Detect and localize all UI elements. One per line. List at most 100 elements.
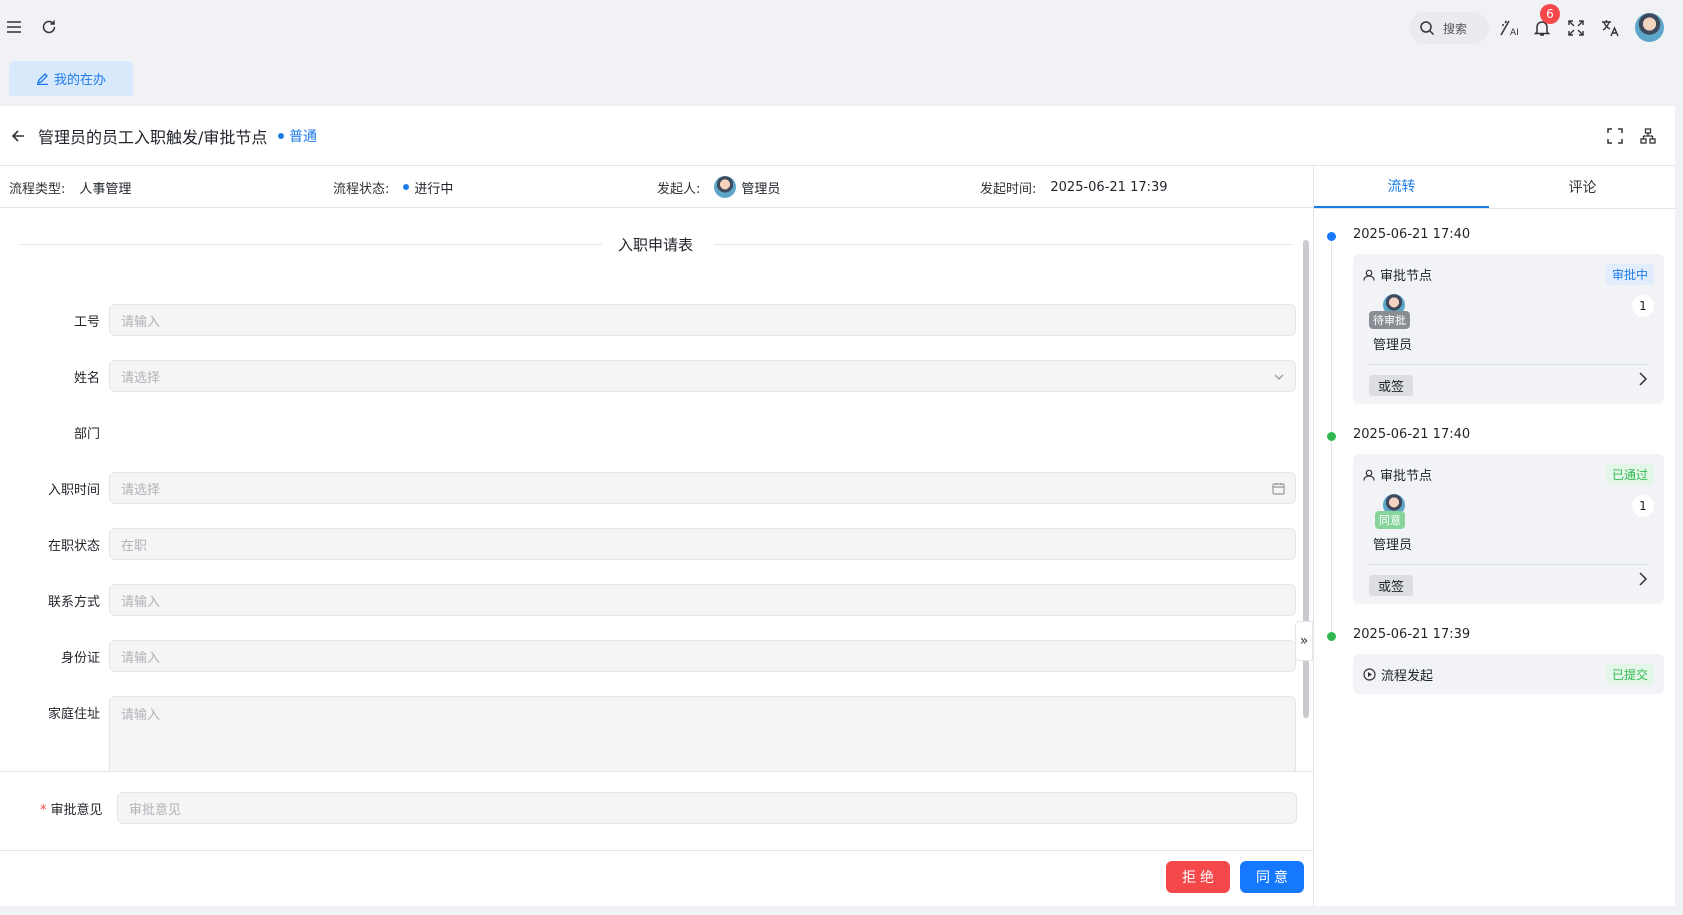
chevron-right-icon[interactable] [1638, 371, 1648, 391]
or-sign-tag: 或签 [1369, 575, 1414, 596]
field-label: 工号 [73, 315, 100, 330]
start-time: 发起时间: 2025-06-21 17:39 [980, 166, 1168, 208]
date-placeholder: 请选择 [121, 482, 161, 498]
process-info-row: 流程类型: 人事管理 流程状态: 进行中 发起人: 管理员 发起时间: 2025… [0, 166, 1313, 208]
timeline-card-start: 流程发起 已提交 [1353, 654, 1664, 694]
field-label: 入职时间 [47, 483, 100, 498]
approver-count: 1 [1632, 295, 1654, 317]
status-tag: 审批中 [1605, 264, 1654, 285]
side-panel: 流转 评论 2025-06-21 17:40 审批节点 审批中 待审批 管理员 … [1313, 166, 1676, 906]
initiator: 发起人: 管理员 [657, 166, 780, 208]
or-sign-tag: 或签 [1369, 375, 1414, 396]
hire-date-picker[interactable]: 请选择 [109, 472, 1296, 504]
card-title: 审批节点 [1363, 465, 1432, 484]
main-panel: 管理员的员工入职触发/审批节点 普通 流程类型: 人事管理 流程状态: 进行中 … [0, 106, 1676, 906]
tab-label: 我的在办 [53, 73, 106, 88]
top-bar: 搜索 AI 6 [0, 0, 1683, 56]
back-arrow-icon[interactable] [8, 126, 28, 146]
employee-id-input[interactable]: 请输入 [109, 304, 1296, 336]
select-placeholder: 请选择 [121, 370, 161, 386]
opinion-label: 审批意见 [50, 803, 103, 818]
field-employee-id: 工号 请输入 [0, 304, 1313, 336]
process-status: 流程状态: 进行中 [333, 166, 453, 208]
approval-opinion-input[interactable]: 审批意见 [117, 792, 1297, 824]
priority-badge: 普通 [278, 126, 317, 146]
priority-dot [278, 133, 284, 139]
ai-magic-icon[interactable]: AI [1498, 17, 1520, 39]
divider [20, 244, 602, 245]
field-label: 在职状态 [47, 539, 100, 554]
timeline-time: 2025-06-21 17:40 [1353, 227, 1471, 242]
approver-status-pill: 待审批 [1369, 311, 1410, 329]
reject-button[interactable]: 拒绝 [1166, 861, 1230, 893]
home-address-textarea[interactable]: 请输入 [109, 696, 1296, 771]
field-name: 姓名 请选择 [0, 360, 1313, 392]
divider [1314, 208, 1676, 209]
expand-icon[interactable] [1605, 126, 1625, 146]
approver-status-pill: 同意 [1375, 511, 1405, 529]
initiator-value-wrap: 管理员 [714, 176, 780, 198]
process-type-label: 流程类型: [9, 181, 66, 197]
id-card-input[interactable]: 请输入 [109, 640, 1296, 672]
timeline-dot [1327, 632, 1336, 641]
approver-name: 管理员 [1373, 338, 1413, 353]
play-circle-icon [1363, 668, 1376, 681]
search-placeholder: 搜索 [1443, 21, 1468, 36]
notification-badge: 6 [1540, 4, 1560, 24]
contact-input[interactable]: 请输入 [109, 584, 1296, 616]
flowchart-icon[interactable] [1638, 126, 1658, 146]
field-id-card: 身份证 请输入 [0, 640, 1313, 672]
agree-button[interactable]: 同意 [1240, 861, 1304, 893]
page-header: 管理员的员工入职触发/审批节点 普通 [0, 106, 1675, 166]
card-title: 审批节点 [1363, 265, 1432, 284]
initiator-avatar [714, 176, 737, 198]
field-label: 部门 [73, 427, 100, 442]
field-department: 部门 [0, 416, 1313, 448]
user-avatar[interactable] [1635, 13, 1664, 42]
approval-opinion-row: * 审批意见 审批意见 [0, 771, 1313, 851]
chevron-down-icon [1274, 374, 1284, 380]
priority-label: 普通 [289, 129, 317, 145]
tab-flow[interactable]: 流转 [1314, 166, 1489, 208]
process-type-value: 人事管理 [79, 181, 132, 197]
card-title-text: 审批节点 [1380, 269, 1433, 284]
search-box[interactable]: 搜索 [1409, 12, 1489, 44]
collapse-side-button[interactable]: » [1295, 621, 1313, 661]
process-type: 流程类型: 人事管理 [9, 166, 131, 208]
timeline-card-approved: 审批节点 已通过 同意 管理员 1 或签 [1353, 454, 1664, 604]
process-status-value-wrap: 进行中 [403, 178, 453, 197]
edit-icon [36, 73, 48, 85]
initiator-value: 管理员 [741, 181, 781, 197]
approver-name: 管理员 [1373, 538, 1413, 553]
svg-text:AI: AI [1510, 28, 1519, 37]
name-select[interactable]: 请选择 [109, 360, 1296, 392]
opinion-label-wrap: * 审批意见 [40, 799, 103, 818]
chevron-right-icon[interactable] [1638, 571, 1648, 591]
employment-status-input[interactable]: 在职 [109, 528, 1296, 560]
translate-icon[interactable] [1599, 17, 1621, 39]
fullscreen-icon[interactable] [1565, 17, 1587, 39]
field-label: 身份证 [60, 651, 100, 666]
start-time-label: 发起时间: [980, 181, 1037, 197]
tab-my-in-progress[interactable]: 我的在办 [9, 61, 133, 96]
initiator-label: 发起人: [657, 181, 701, 197]
page-title: 管理员的员工入职触发/审批节点 [38, 128, 268, 147]
field-hire-date: 入职时间 请选择 [0, 472, 1313, 504]
card-title-text: 流程发起 [1381, 669, 1434, 684]
timeline-card-approval: 审批节点 审批中 待审批 管理员 1 或签 [1353, 254, 1664, 404]
required-mark: * [40, 803, 47, 818]
approver-count: 1 [1632, 495, 1654, 517]
status-tag: 已通过 [1605, 464, 1654, 485]
card-title-text: 审批节点 [1380, 469, 1433, 484]
menu-icon[interactable] [4, 17, 24, 37]
field-label: 家庭住址 [47, 707, 100, 722]
search-icon [1420, 21, 1435, 36]
field-label: 姓名 [73, 371, 100, 386]
user-icon [1363, 469, 1375, 481]
refresh-icon[interactable] [39, 17, 59, 37]
divider [714, 244, 1293, 245]
status-tag: 已提交 [1605, 664, 1654, 685]
field-contact: 联系方式 请输入 [0, 584, 1313, 616]
start-time-value: 2025-06-21 17:39 [1050, 179, 1168, 195]
tab-comments[interactable]: 评论 [1489, 166, 1676, 208]
